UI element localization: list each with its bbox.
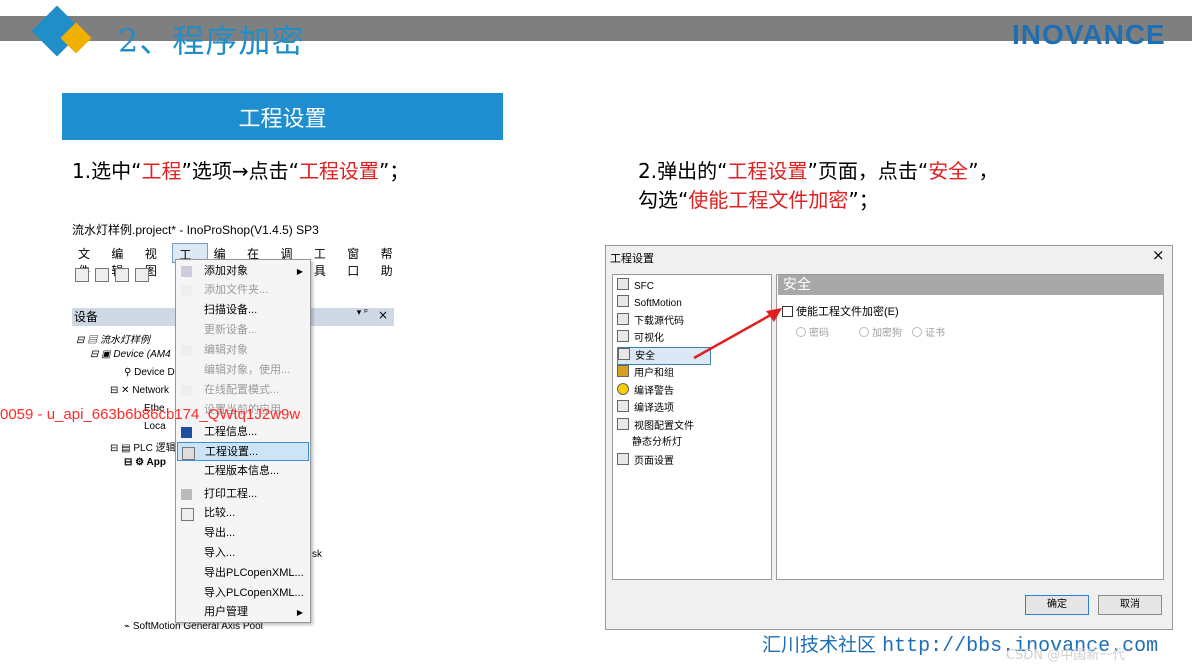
slide-title: 2、程序加密 bbox=[118, 22, 305, 60]
ok-button[interactable]: 确定 bbox=[1025, 595, 1089, 615]
edit-object-icon bbox=[181, 345, 192, 356]
sfc-icon bbox=[617, 278, 629, 290]
section-label: 工程设置 bbox=[62, 93, 503, 140]
menu-item-edit-object-with[interactable]: 编辑对象，使用... bbox=[177, 361, 309, 380]
save-icon[interactable] bbox=[115, 268, 129, 282]
category-sfc[interactable]: SFC bbox=[617, 278, 654, 294]
warning-icon bbox=[617, 383, 629, 395]
radio-certificate[interactable]: 证书 bbox=[912, 324, 945, 339]
folder-icon bbox=[181, 285, 192, 296]
category-compile-options[interactable]: 编译选项 bbox=[617, 400, 674, 416]
menu-item-import-plcopenxml[interactable]: 导入PLCopenXML... bbox=[177, 584, 309, 603]
radio-dongle[interactable]: 加密狗 bbox=[859, 324, 902, 339]
compare-icon bbox=[181, 508, 194, 521]
category-download-source[interactable]: 下载源代码 bbox=[617, 313, 684, 329]
category-page-setup[interactable]: 页面设置 bbox=[617, 453, 674, 469]
category-compile-warnings[interactable]: 编译警告 bbox=[617, 383, 674, 399]
menu-edit[interactable]: 编辑 bbox=[105, 243, 138, 278]
submenu-arrow-icon: ▶ bbox=[296, 608, 303, 617]
menu-view[interactable]: 视图 bbox=[139, 243, 172, 278]
static-analysis-icon bbox=[617, 436, 627, 446]
radio-password[interactable]: 密码 bbox=[796, 324, 829, 339]
print-icon[interactable] bbox=[135, 268, 149, 282]
watermark-text: 0059 - u_api_663b6b86cb174_QWtq1J2w9w bbox=[0, 406, 301, 423]
menu-item-export[interactable]: 导出... bbox=[177, 524, 309, 543]
menu-item-project-version[interactable]: 工程版本信息... bbox=[177, 462, 309, 481]
menu-item-update-device[interactable]: 更新设备... bbox=[177, 321, 309, 340]
tree-node-application[interactable]: ⊟ ⚙ App bbox=[124, 457, 166, 468]
category-visualization[interactable]: 可视化 bbox=[617, 330, 664, 346]
pane-close-icon[interactable]: × bbox=[378, 308, 388, 322]
category-static-analysis[interactable]: 静态分析灯 bbox=[617, 435, 682, 451]
category-view-profile[interactable]: 视图配置文件 bbox=[617, 418, 694, 434]
submenu-arrow-icon: ▶ bbox=[296, 267, 303, 276]
menu-item-project-info[interactable]: 工程信息... bbox=[177, 423, 309, 442]
settings-content-panel bbox=[776, 274, 1164, 580]
inovance-logo: INOVANCE bbox=[1012, 19, 1166, 50]
menu-file[interactable]: 文件 bbox=[72, 243, 105, 278]
ide-window-title: 流水灯样例.project* - InoProShop(V1.4.5) SP3 bbox=[72, 223, 319, 237]
open-folder-icon[interactable] bbox=[95, 268, 109, 282]
menu-item-export-plcopenxml[interactable]: 导出PLCopenXML... bbox=[177, 564, 309, 583]
wrench-icon bbox=[181, 385, 192, 396]
menu-item-compare[interactable]: 比较... bbox=[177, 504, 309, 523]
menu-item-add-folder[interactable]: 添加文件夹... bbox=[177, 281, 309, 300]
users-icon bbox=[617, 365, 629, 377]
info-icon bbox=[181, 427, 192, 438]
menu-item-print-project[interactable]: 打印工程... bbox=[177, 485, 309, 504]
pane-menu-icon[interactable]: ▾ ᵖ bbox=[357, 308, 368, 318]
menu-help[interactable]: 帮助 bbox=[375, 243, 408, 278]
menu-item-project-settings[interactable]: 工程设置... bbox=[177, 442, 309, 461]
close-icon[interactable]: × bbox=[1152, 246, 1165, 264]
project-menu-dropdown: 添加对象 ▶ 添加文件夹... 扫描设备... 更新设备... 编辑对象 编辑对象… bbox=[175, 259, 311, 623]
radio-circle-icon bbox=[796, 327, 806, 337]
menu-item-online-config[interactable]: 在线配置模式... bbox=[177, 381, 309, 400]
tree-node-network[interactable]: ⊟ ✕ Network bbox=[110, 385, 169, 396]
profile-icon bbox=[617, 418, 629, 430]
step1-text: 1.选中“工程”选项→点击“工程设置”； bbox=[72, 159, 410, 183]
lock-icon bbox=[618, 348, 630, 360]
add-object-icon bbox=[181, 266, 192, 277]
tree-node-device[interactable]: ⊟ ▣ Device (AM4 bbox=[90, 349, 171, 360]
tree-node-device-diag[interactable]: ⚲ Device D bbox=[124, 367, 175, 378]
cancel-button[interactable]: 取消 bbox=[1098, 595, 1162, 615]
tree-node-task[interactable]: sk bbox=[312, 549, 322, 560]
options-icon bbox=[617, 400, 629, 412]
menu-item-add-object[interactable]: 添加对象 ▶ bbox=[177, 262, 309, 281]
menu-item-scan-devices[interactable]: 扫描设备... bbox=[177, 301, 309, 320]
menu-tools[interactable]: 工具 bbox=[308, 243, 341, 278]
softmotion-icon bbox=[617, 295, 629, 307]
menu-item-edit-object[interactable]: 编辑对象 bbox=[177, 341, 309, 360]
radio-circle-icon bbox=[912, 327, 922, 337]
csdn-watermark: CSDN @中国新一代 bbox=[1006, 648, 1126, 663]
new-file-icon[interactable] bbox=[75, 268, 89, 282]
tree-node-project[interactable]: ⊟ ▤ 流水灯样例 bbox=[76, 331, 150, 346]
menu-item-user-management[interactable]: 用户管理 ▶ bbox=[177, 603, 309, 622]
printer-icon bbox=[617, 453, 629, 465]
menu-item-import[interactable]: 导入... bbox=[177, 544, 309, 563]
red-arrow-annotation bbox=[693, 308, 782, 360]
menu-window[interactable]: 窗口 bbox=[341, 243, 374, 278]
visualization-icon bbox=[617, 330, 629, 342]
download-icon bbox=[617, 313, 629, 325]
radio-circle-icon bbox=[859, 327, 869, 337]
settings-icon bbox=[182, 447, 195, 460]
category-users-groups[interactable]: 用户和组 bbox=[617, 365, 674, 381]
tree-node-plc-logic[interactable]: ⊟ ▤ PLC 逻辑 bbox=[110, 439, 176, 454]
security-section-header: 安全 bbox=[778, 275, 1164, 295]
print-icon bbox=[181, 489, 192, 500]
dialog-title: 工程设置 bbox=[610, 253, 654, 265]
enable-encryption-label[interactable]: 使能工程文件加密(E) bbox=[796, 303, 899, 319]
category-softmotion[interactable]: SoftMotion bbox=[617, 295, 682, 311]
step2-text: 2.弹出的“工程设置”页面，点击“安全”， 勾选“使能工程文件加密”； bbox=[638, 159, 999, 212]
